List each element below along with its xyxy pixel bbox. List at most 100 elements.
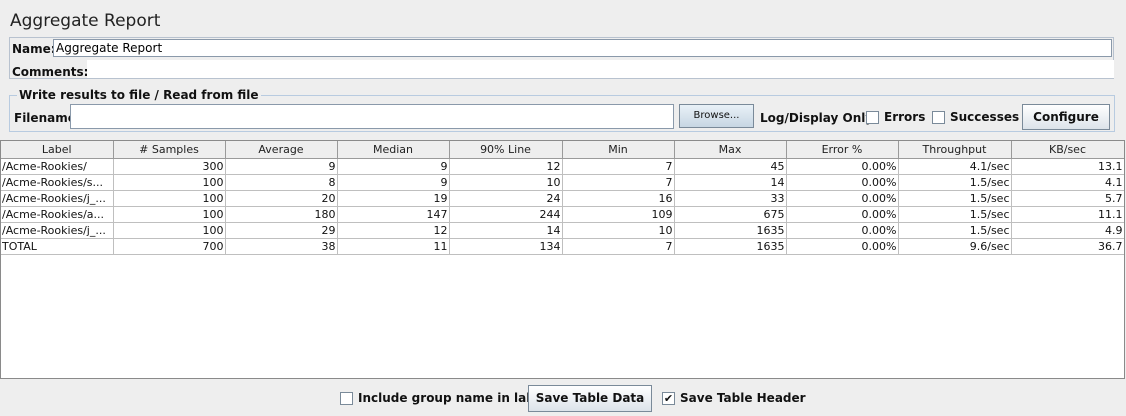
save-table-header-checkbox[interactable]: ✔ Save Table Header (662, 391, 806, 405)
table-cell: 33 (674, 190, 787, 207)
table-cell: 9 (225, 158, 338, 175)
successes-label: Successes (950, 110, 1020, 124)
log-display-only-label: Log/Display Only: (760, 111, 878, 125)
table-cell: 100 (113, 174, 226, 191)
table-cell: 1635 (674, 238, 787, 255)
table-cell: 1635 (674, 222, 787, 239)
column-header[interactable]: KB/sec (1011, 141, 1124, 159)
table-cell: 0.00% (786, 158, 899, 175)
filename-input[interactable] (70, 104, 674, 129)
successes-checkbox[interactable]: Successes (932, 110, 1019, 124)
table-cell: 1.5/sec (898, 222, 1012, 239)
table-cell: /Acme-Rookies/j_... (1, 222, 114, 239)
table-cell: 9 (337, 174, 450, 191)
table-cell: 147 (337, 206, 450, 223)
table-header-row: Label # Samples Average Median 90% Line … (1, 141, 1124, 159)
table-cell: 5.7 (1011, 190, 1124, 207)
table-cell: 36.7 (1011, 238, 1124, 255)
table-cell: 11.1 (1011, 206, 1124, 223)
table-cell: /Acme-Rookies/a... (1, 206, 114, 223)
table-cell: 0.00% (786, 174, 899, 191)
table-cell: 1.5/sec (898, 206, 1012, 223)
column-header[interactable]: Error % (786, 141, 899, 159)
table-cell: 0.00% (786, 222, 899, 239)
table-cell: 1.5/sec (898, 174, 1012, 191)
table-cell: 0.00% (786, 206, 899, 223)
include-group-name-checkbox-box[interactable] (340, 391, 353, 405)
table-cell: /Acme-Rookies/s... (1, 174, 114, 191)
save-table-header-checkbox-box[interactable]: ✔ (662, 391, 675, 405)
table-cell: 12 (337, 222, 450, 239)
column-header[interactable]: Min (562, 141, 675, 159)
table-cell: 12 (449, 158, 563, 175)
file-group-legend: Write results to file / Read from file (17, 88, 261, 102)
table-cell: 180 (225, 206, 338, 223)
errors-checkbox-box[interactable] (866, 110, 879, 124)
table-cell: 100 (113, 222, 226, 239)
aggregate-table-container[interactable]: Label # Samples Average Median 90% Line … (0, 140, 1125, 379)
name-comments-panel: Name: Comments: (9, 37, 1114, 79)
table-cell: 14 (674, 174, 787, 191)
table-cell: 1.5/sec (898, 190, 1012, 207)
column-header[interactable]: Max (674, 141, 787, 159)
table-cell: 16 (562, 190, 675, 207)
table-cell: /Acme-Rookies/j_... (1, 190, 114, 207)
comments-field[interactable] (87, 60, 1114, 78)
table-cell: 4.9 (1011, 222, 1124, 239)
successes-checkbox-box[interactable] (932, 110, 945, 124)
table-cell: 24 (449, 190, 563, 207)
table-cell: 7 (562, 174, 675, 191)
table-cell: 100 (113, 190, 226, 207)
table-cell: 19 (337, 190, 450, 207)
table-cell: 675 (674, 206, 787, 223)
column-header[interactable]: Label (1, 141, 114, 159)
table-row[interactable]: /Acme-Rookies/a... 100 180 147 244 109 675 0.00… (1, 206, 1124, 223)
table-cell: 0.00% (786, 190, 899, 207)
table-cell: /Acme-Rookies/ (1, 158, 114, 175)
table-cell: 244 (449, 206, 563, 223)
column-header[interactable]: # Samples (113, 141, 226, 159)
table-cell: 13.1 (1011, 158, 1124, 175)
table-cell: 8 (225, 174, 338, 191)
table-cell: 38 (225, 238, 338, 255)
table-cell: 0.00% (786, 238, 899, 255)
filename-label: Filename (14, 111, 76, 125)
table-row[interactable]: /Acme-Rookies/300 9 9 12 7 45 0.00% 4.1/sec 13.1 (1, 158, 1124, 175)
comments-label: Comments: (12, 65, 89, 79)
name-label: Name: (12, 42, 56, 56)
include-group-name-label: Include group name in label? (358, 391, 555, 405)
table-row[interactable]: /Acme-Rookies/j_... 100 20 19 24 16 33 0.00% 1.5… (1, 190, 1124, 207)
table-row[interactable]: /Acme-Rookies/s... 100 8 9 10 7 14 0.00% 1.5/sec… (1, 174, 1124, 191)
table-cell: 109 (562, 206, 675, 223)
table-row[interactable]: TOTAL 700 38 11 134 7 1635 0.00% 9.6/sec 36.7 (1, 238, 1124, 255)
table-cell: 7 (562, 238, 675, 255)
table-cell: 20 (225, 190, 338, 207)
column-header[interactable]: Throughput (898, 141, 1012, 159)
save-table-data-button[interactable]: Save Table Data (528, 385, 652, 412)
table-cell: 300 (113, 158, 226, 175)
aggregate-table: Label # Samples Average Median 90% Line … (1, 141, 1124, 255)
table-cell: 9.6/sec (898, 238, 1012, 255)
table-cell: 11 (337, 238, 450, 255)
table-cell: 29 (225, 222, 338, 239)
table-cell: 10 (562, 222, 675, 239)
table-cell: 134 (449, 238, 563, 255)
table-cell: TOTAL (1, 238, 114, 255)
include-group-name-checkbox[interactable]: Include group name in label? (340, 391, 554, 405)
column-header[interactable]: 90% Line (449, 141, 563, 159)
table-cell: 10 (449, 174, 563, 191)
page-title: Aggregate Report (10, 11, 161, 31)
column-header[interactable]: Average (225, 141, 338, 159)
configure-button[interactable]: Configure (1022, 104, 1110, 130)
table-cell: 4.1/sec (898, 158, 1012, 175)
table-cell: 9 (337, 158, 450, 175)
save-table-header-label: Save Table Header (680, 391, 806, 405)
table-cell: 14 (449, 222, 563, 239)
table-cell: 7 (562, 158, 675, 175)
browse-button[interactable]: Browse... (679, 104, 754, 128)
name-input[interactable] (53, 39, 1112, 57)
table-cell: 45 (674, 158, 787, 175)
column-header[interactable]: Median (337, 141, 450, 159)
table-row[interactable]: /Acme-Rookies/j_... 100 29 12 14 10 1635 0.00% 1… (1, 222, 1124, 239)
errors-checkbox[interactable]: Errors (866, 110, 925, 124)
